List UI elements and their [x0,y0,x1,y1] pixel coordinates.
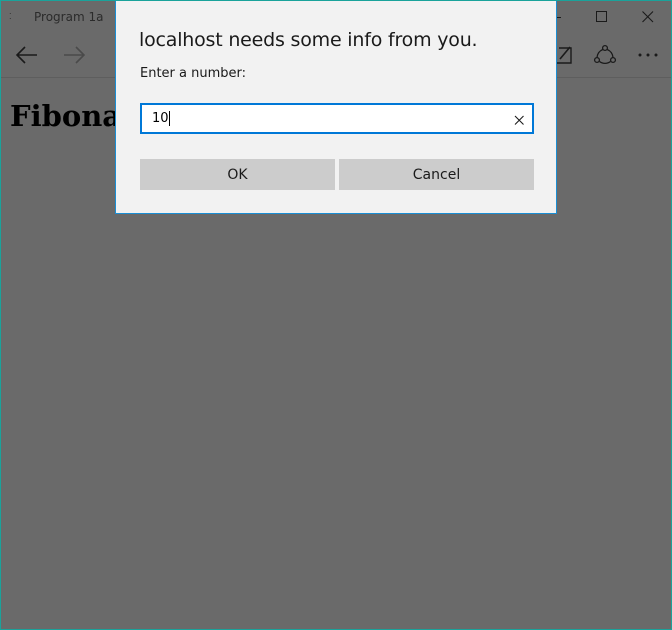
maximize-button[interactable] [579,1,625,33]
app-icon: ⁚ [9,12,12,21]
clear-icon [514,115,524,125]
more-button[interactable] [625,33,671,77]
window-title: Program 1a [34,10,104,24]
number-input[interactable] [142,105,502,132]
close-icon [642,11,654,23]
number-input-box [140,103,534,134]
back-button[interactable] [3,33,49,77]
share-icon [593,44,617,64]
dialog-title: localhost needs some info from you. [139,29,478,51]
maximize-icon [596,11,607,22]
close-button[interactable] [625,1,671,33]
text-caret [169,111,170,126]
back-icon [15,46,37,64]
dialog-label: Enter a number: [140,66,247,81]
forward-button[interactable] [50,33,96,77]
forward-icon [64,46,86,64]
more-icon [638,53,658,57]
ok-button[interactable]: OK [140,159,335,190]
prompt-dialog: localhost needs some info from you. Ente… [115,1,557,214]
browser-window: ⁚ Program 1a Fibonac localhost needs som… [0,0,672,630]
clear-input-button[interactable] [513,112,526,125]
share-button[interactable] [581,33,627,77]
cancel-button[interactable]: Cancel [339,159,534,190]
